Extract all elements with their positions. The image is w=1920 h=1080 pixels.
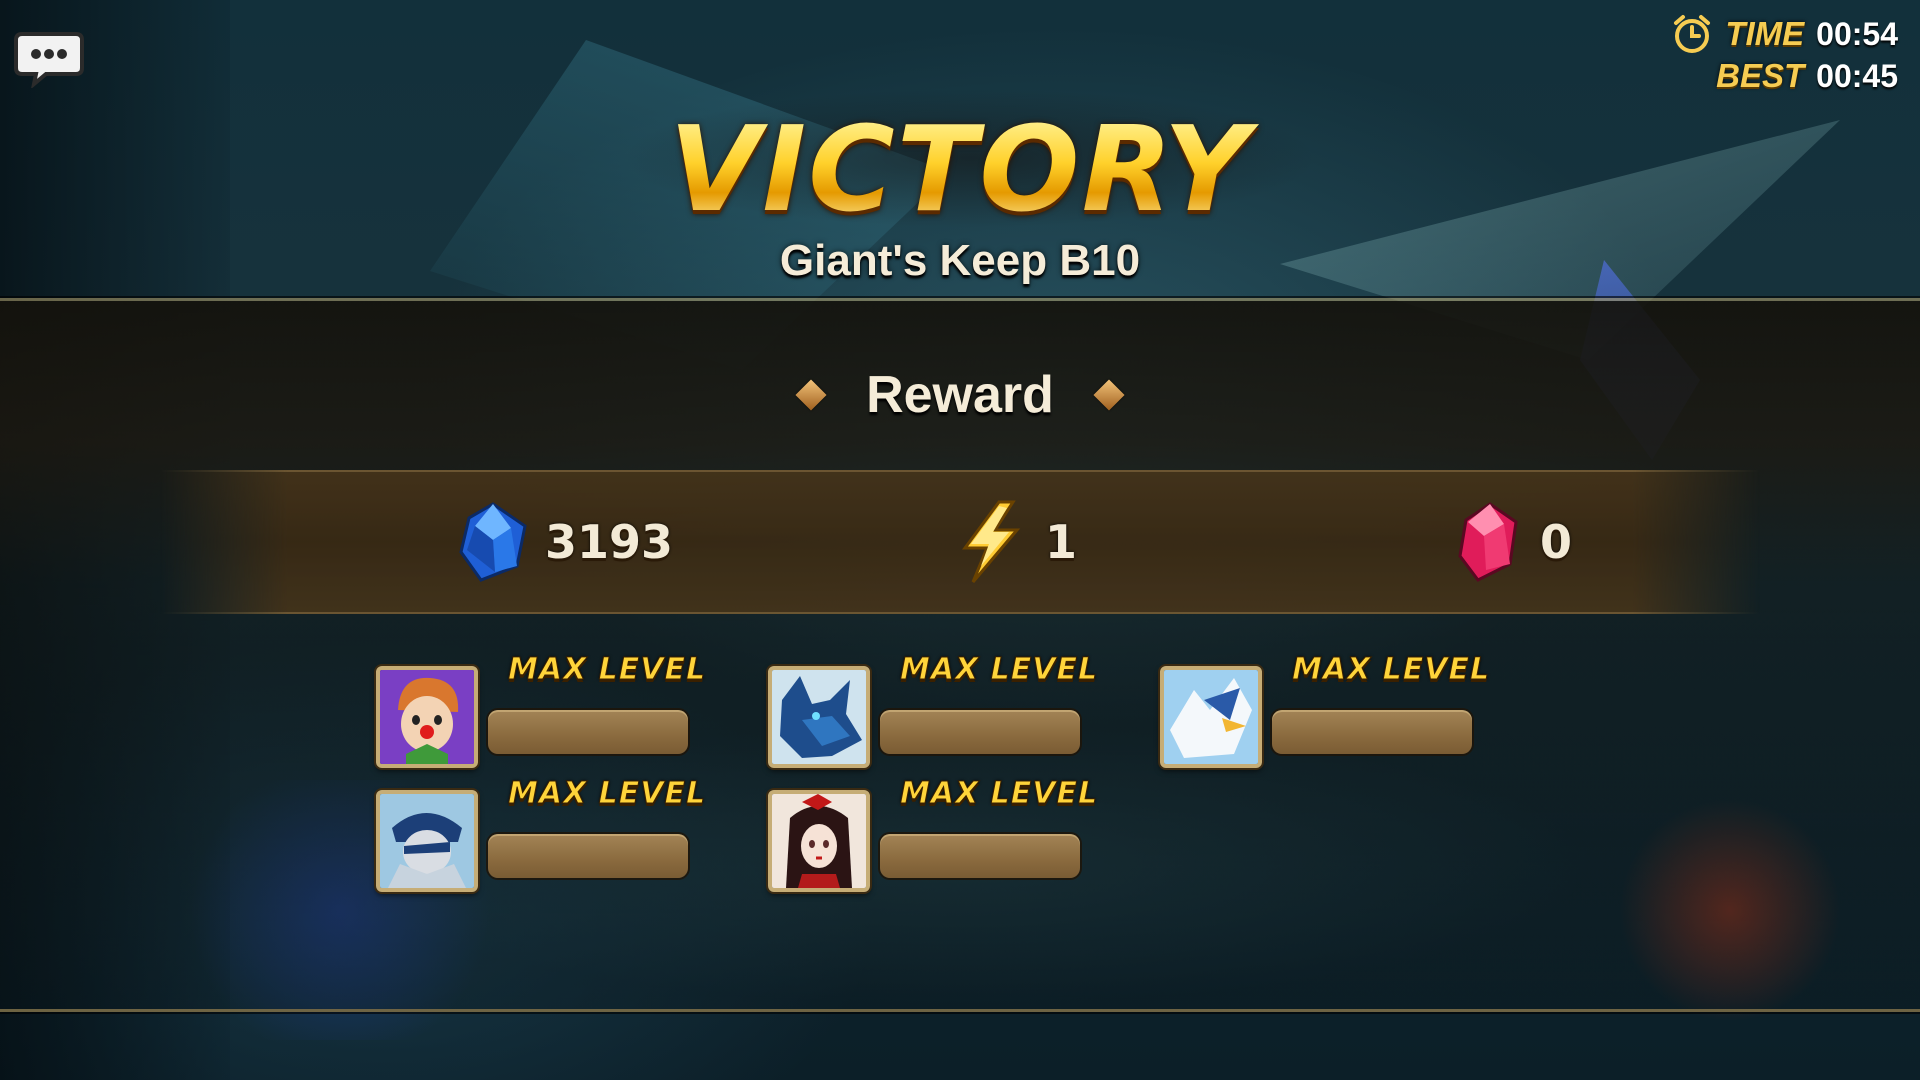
energy-bolt-icon (962, 500, 1021, 583)
monster-slot-3: MAX LEVEL (1160, 652, 1510, 768)
chat-bubble-icon (14, 32, 84, 90)
alarm-clock-icon (1674, 15, 1711, 53)
white-griffon-monster-portrait (1160, 666, 1262, 768)
monster-slot-2: MAX LEVEL (768, 652, 1118, 768)
energy-amount: 1 (1045, 515, 1078, 569)
best-label: BEST (1716, 57, 1805, 94)
max-level-label: MAX LEVEL (899, 652, 1099, 688)
monster-slot-4: MAX LEVEL (376, 776, 726, 892)
reward-header: Reward (760, 360, 1160, 430)
max-level-label: MAX LEVEL (899, 776, 1099, 812)
time-label: TIME (1725, 15, 1805, 52)
exp-bar (880, 710, 1080, 754)
reward-label: Reward (866, 366, 1054, 424)
best-time-row: BEST 00:45 (1716, 56, 1898, 96)
best-value: 00:45 (1816, 57, 1898, 94)
exp-bar (488, 710, 688, 754)
battle-result-screen: TIME 00:54 BEST 00:45 VICTORY Giant's Ke… (0, 0, 1920, 1080)
battle-timer: TIME 00:54 BEST 00:45 (1638, 14, 1898, 104)
max-level-label: MAX LEVEL (507, 652, 707, 688)
diamond-ornament-icon (795, 379, 827, 411)
mana-crystal-icon (459, 502, 527, 582)
victory-title: VICTORY (560, 110, 1360, 228)
red-haired-woman-monster-portrait (768, 790, 870, 892)
mana-amount: 3193 (545, 515, 674, 569)
time-row: TIME 00:54 (1671, 14, 1898, 54)
exp-bar (1272, 710, 1472, 754)
energy-reward: 1 (955, 500, 1077, 584)
stage-name: Giant's Keep B10 (779, 236, 1141, 285)
mana-reward: 3193 (455, 500, 673, 584)
monster-slot-5: MAX LEVEL (768, 776, 1118, 892)
blue-wolf-monster-portrait (768, 666, 870, 768)
time-value: 00:54 (1816, 15, 1898, 52)
diamond-ornament-icon (1093, 379, 1125, 411)
red-crystal-icon (1458, 502, 1518, 582)
clown-monster-portrait (376, 666, 478, 768)
blue-ninja-monster-portrait (376, 790, 478, 892)
monster-slot-1: MAX LEVEL (376, 652, 726, 768)
exp-bar (880, 834, 1080, 878)
chat-button[interactable] (12, 28, 86, 90)
max-level-label: MAX LEVEL (507, 776, 707, 812)
max-level-label: MAX LEVEL (1291, 652, 1491, 688)
crystal-amount: 0 (1540, 515, 1573, 569)
crystal-reward: 0 (1450, 500, 1572, 584)
exp-bar (488, 834, 688, 878)
